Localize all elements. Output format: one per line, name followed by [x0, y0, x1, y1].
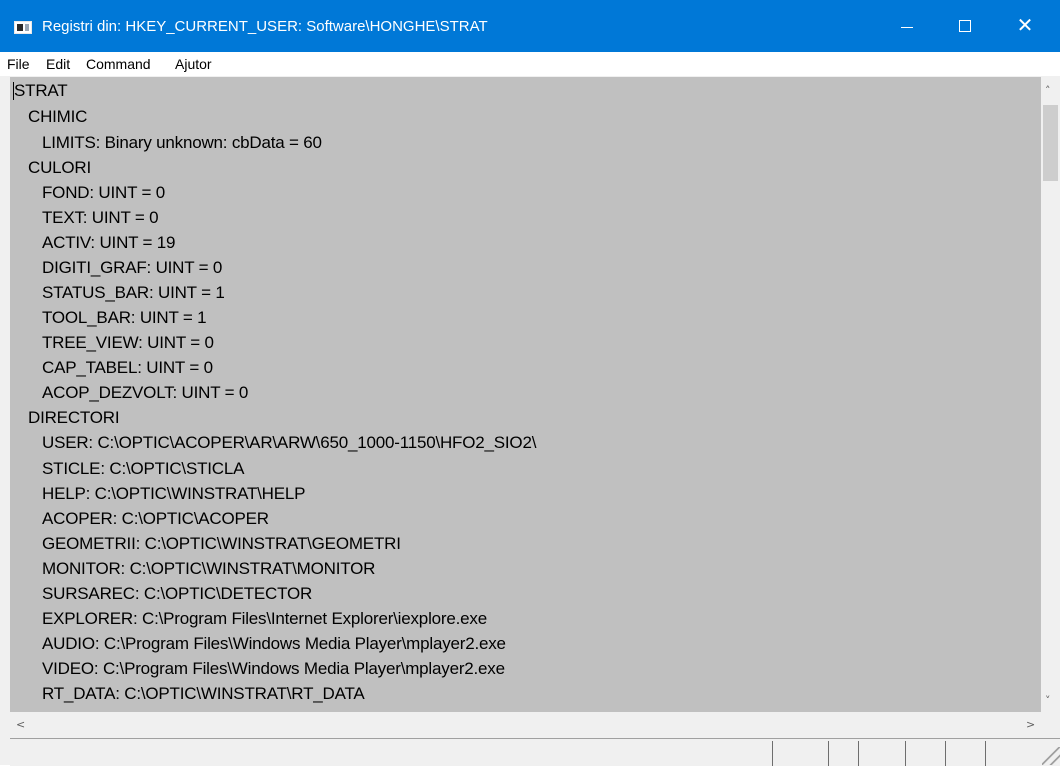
registry-value-line: STATUS_BAR: UINT = 1 — [42, 283, 225, 302]
status-panel — [858, 741, 906, 766]
horizontal-scrollbar[interactable]: < > — [10, 712, 1041, 738]
app-icon[interactable] — [14, 21, 32, 34]
close-icon: ✕ — [1016, 13, 1034, 37]
minimize-button[interactable] — [884, 0, 930, 52]
registry-value-line: AUDIO: C:\Program Files\Windows Media Pl… — [42, 634, 506, 653]
registry-value-line: TEXT: UINT = 0 — [42, 208, 159, 227]
minimize-icon — [901, 27, 913, 28]
registry-key-line: STRAT — [14, 81, 68, 100]
scrollbar-corner — [1041, 712, 1060, 738]
registry-value-line: STICLE: C:\OPTIC\STICLA — [42, 459, 245, 478]
registry-value-line: DIGITI_GRAF: UINT = 0 — [42, 258, 223, 277]
scroll-left-icon[interactable]: < — [16, 719, 25, 731]
maximize-button[interactable] — [942, 0, 988, 52]
registry-value-line: MONITOR: C:\OPTIC\WINSTRAT\MONITOR — [42, 559, 376, 578]
status-panel — [828, 741, 859, 766]
status-bar — [10, 738, 1060, 766]
resize-grip-icon[interactable] — [1042, 747, 1060, 765]
registry-value-line: HELP: C:\OPTIC\WINSTRAT\HELP — [42, 484, 306, 503]
registry-value-line: VIDEO: C:\Program Files\Windows Media Pl… — [42, 659, 505, 678]
registry-value-line: SURSAREC: C:\OPTIC\DETECTOR — [42, 584, 313, 603]
registry-key-line: DIRECTORI — [28, 408, 120, 427]
menu-bar: File Edit Command Ajutor — [0, 52, 1060, 76]
scroll-down-icon[interactable]: ˅ — [1045, 695, 1051, 707]
registry-value-line: TOOL_BAR: UINT = 1 — [42, 308, 207, 327]
registry-value-line: FOND: UINT = 0 — [42, 183, 165, 202]
registry-value-line: ACOPER: C:\OPTIC\ACOPER — [42, 509, 269, 528]
registry-viewer-window: Registri din: HKEY_CURRENT_USER: Softwar… — [0, 0, 1060, 766]
scroll-right-icon[interactable]: > — [1026, 719, 1035, 731]
registry-value-line: USER: C:\OPTIC\ACOPER\AR\ARW\650_1000-11… — [42, 433, 537, 452]
registry-value-line: GEOMETRII: C:\OPTIC\WINSTRAT\GEOMETRI — [42, 534, 401, 553]
registry-value-line: ACOP_DEZVOLT: UINT = 0 — [42, 383, 249, 402]
menu-edit[interactable]: Edit — [46, 56, 70, 72]
status-panel — [772, 741, 829, 766]
vertical-scrollbar[interactable]: ˄ ˅ — [1041, 77, 1060, 712]
close-button[interactable]: ✕ — [1002, 0, 1048, 52]
registry-value-line: EXPLORER: C:\Program Files\Internet Expl… — [42, 609, 487, 628]
registry-key-line: CULORI — [28, 158, 92, 177]
registry-value-line: TREE_VIEW: UINT = 0 — [42, 333, 214, 352]
registry-text-view[interactable]: STRAT CHIMIC LIMITS: Binary unknown: cbD… — [10, 77, 1041, 712]
registry-value-line: ACTIV: UINT = 19 — [42, 233, 176, 252]
menu-file[interactable]: File — [7, 56, 30, 72]
registry-value-line: LIMITS: Binary unknown: cbData = 60 — [42, 133, 322, 152]
title-bar[interactable]: Registri din: HKEY_CURRENT_USER: Softwar… — [0, 0, 1060, 52]
menu-ajutor[interactable]: Ajutor — [175, 56, 212, 72]
status-panel — [905, 741, 946, 766]
vertical-scroll-thumb[interactable] — [1043, 105, 1058, 181]
status-panel — [985, 741, 1041, 766]
status-panel — [945, 741, 986, 766]
registry-key-line: CHIMIC — [28, 107, 88, 126]
maximize-icon — [959, 20, 971, 32]
registry-value-line: RT_DATA: C:\OPTIC\WINSTRAT\RT_DATA — [42, 684, 365, 703]
registry-value-line: CAP_TABEL: UINT = 0 — [42, 358, 213, 377]
scroll-up-icon[interactable]: ˄ — [1045, 85, 1051, 97]
menu-command[interactable]: Command — [86, 56, 151, 72]
window-title: Registri din: HKEY_CURRENT_USER: Softwar… — [42, 18, 488, 35]
